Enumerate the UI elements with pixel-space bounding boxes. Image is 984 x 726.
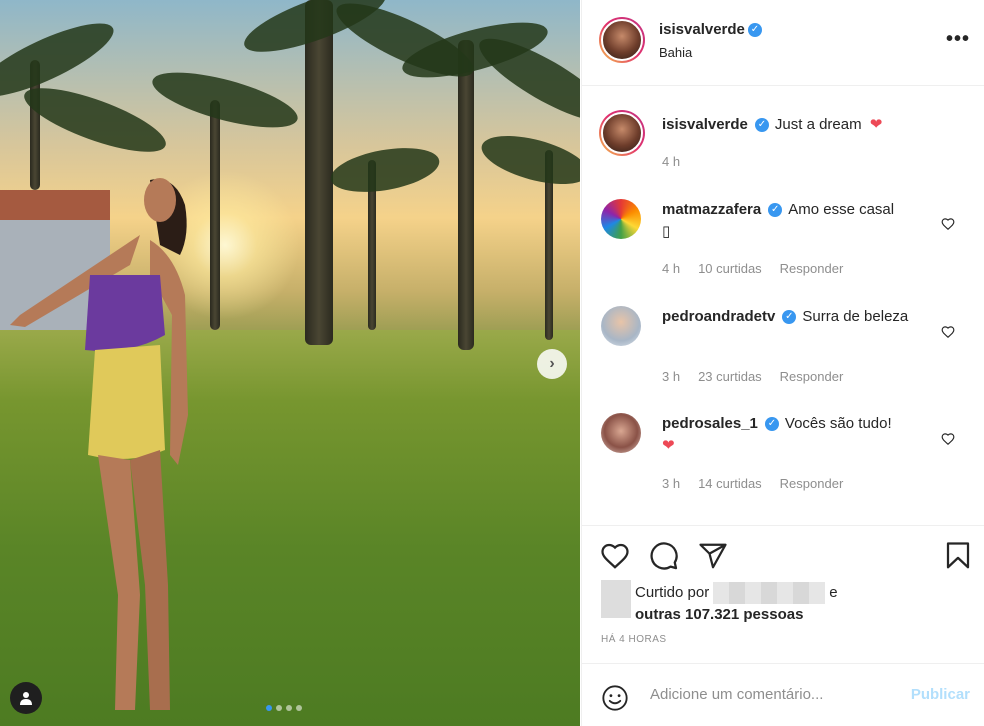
author-name-row: isisvalverde ✓	[659, 21, 762, 39]
emoji-icon[interactable]	[601, 684, 629, 712]
like-comment-heart-icon[interactable]	[941, 325, 955, 339]
reply-button[interactable]: Responder	[780, 476, 844, 491]
post-actions: Curtido por e outras 107.321 pessoas HÁ 4…	[582, 525, 984, 726]
palm-frond	[17, 75, 173, 165]
user-tag-icon	[20, 692, 32, 705]
verified-badge-icon: ✓	[768, 203, 783, 218]
palm-frond	[476, 126, 580, 194]
commenter-username[interactable]: pedroandradetv	[662, 308, 775, 325]
share-icon[interactable]	[698, 541, 728, 571]
commenter-avatar[interactable]	[601, 413, 641, 453]
caption-meta: 4 h	[662, 154, 680, 169]
post-location[interactable]: Bahia	[659, 45, 692, 60]
carousel-dot	[296, 705, 302, 711]
like-comment-heart-icon[interactable]	[941, 217, 955, 231]
commenter-username[interactable]: matmazzafera	[662, 201, 761, 218]
liked-others-link[interactable]: outras 107.321 pessoas	[635, 606, 803, 623]
verified-badge-icon: ✓	[747, 22, 762, 37]
comment-icon[interactable]	[649, 541, 679, 571]
add-comment-bar: Publicar	[582, 663, 984, 726]
comment-time[interactable]: 3 h	[662, 476, 680, 491]
post-side-panel: isisvalverde ✓ Bahia ••• isisvalverde ✓ Jus…	[581, 0, 984, 726]
post-photo[interactable]: ›	[0, 0, 580, 726]
red-heart-emoji: ❤	[869, 116, 883, 133]
post-header: isisvalverde ✓ Bahia •••	[582, 0, 984, 86]
liked-by-suffix: e	[829, 583, 838, 601]
comment-time[interactable]: 4 h	[662, 261, 680, 276]
chevron-right-icon: ›	[549, 355, 555, 372]
liked-by-line: Curtido por e	[635, 582, 838, 604]
author-avatar[interactable]	[599, 17, 645, 63]
reply-button[interactable]: Responder	[780, 369, 844, 384]
verified-badge-icon: ✓	[764, 417, 779, 432]
commenter-avatar[interactable]	[601, 199, 641, 239]
post-timestamp[interactable]: HÁ 4 HORAS	[601, 634, 667, 645]
comment-likes[interactable]: 23 curtidas	[698, 369, 762, 384]
caption-time[interactable]: 4 h	[662, 154, 680, 169]
comment-meta: 4 h 10 curtidas Responder	[662, 261, 843, 276]
commenter-username[interactable]: pedrosales_1	[662, 415, 758, 432]
carousel-next-button[interactable]: ›	[537, 349, 567, 379]
liker-avatar[interactable]	[601, 580, 631, 618]
palm-trunk	[210, 100, 220, 330]
verified-badge-icon: ✓	[754, 118, 769, 133]
carousel-dot	[266, 705, 272, 711]
woman-figure	[10, 178, 188, 710]
palm-frond	[327, 140, 443, 200]
palm-trunk	[305, 0, 333, 345]
carousel-dot	[276, 705, 282, 711]
save-icon[interactable]	[943, 541, 973, 571]
comment-time[interactable]: 3 h	[662, 369, 680, 384]
liked-by-prefix: Curtido por	[635, 583, 710, 601]
more-icon: •••	[945, 28, 970, 50]
author-username[interactable]: isisvalverde	[659, 21, 745, 38]
carousel-dot	[286, 705, 292, 711]
publish-button[interactable]: Publicar	[911, 686, 970, 703]
comment-likes[interactable]: 14 curtidas	[698, 476, 762, 491]
commenter-avatar[interactable]	[601, 306, 641, 346]
blurred-liker-name[interactable]	[713, 582, 826, 604]
missing-emoji-glyph: ▯	[662, 223, 671, 240]
comment-text: matmazzafera ✓ Amo esse casal ▯	[662, 199, 932, 243]
user-tag-button[interactable]	[10, 682, 42, 714]
comment-body: Vocês são tudo!	[784, 415, 892, 432]
comment-body: Surra de beleza	[802, 308, 909, 325]
comment-meta: 3 h 14 curtidas Responder	[662, 476, 843, 491]
author-avatar[interactable]	[599, 110, 645, 156]
comment-body: Amo esse casal	[788, 201, 895, 218]
like-comment-heart-icon[interactable]	[941, 432, 955, 446]
caption-text: isisvalverde ✓ Just a dream ❤	[662, 114, 932, 136]
red-heart-emoji: ❤	[662, 437, 675, 454]
reply-button[interactable]: Responder	[780, 261, 844, 276]
caption-body: Just a dream	[774, 116, 862, 133]
more-options-button[interactable]: •••	[946, 28, 970, 51]
verified-badge-icon: ✓	[782, 310, 797, 325]
comment-text: pedroandradetv ✓ Surra de beleza	[662, 306, 932, 328]
palm-frond	[147, 61, 303, 139]
comment-text: pedrosales_1 ✓ Vocês são tudo! ❤	[662, 413, 932, 457]
comment-likes[interactable]: 10 curtidas	[698, 261, 762, 276]
comment-meta: 3 h 23 curtidas Responder	[662, 369, 843, 384]
author-username[interactable]: isisvalverde	[662, 116, 748, 133]
carousel-indicator	[266, 705, 302, 711]
comment-input[interactable]	[650, 686, 890, 703]
palm-trunk	[458, 40, 474, 350]
heart-icon[interactable]	[600, 541, 630, 571]
